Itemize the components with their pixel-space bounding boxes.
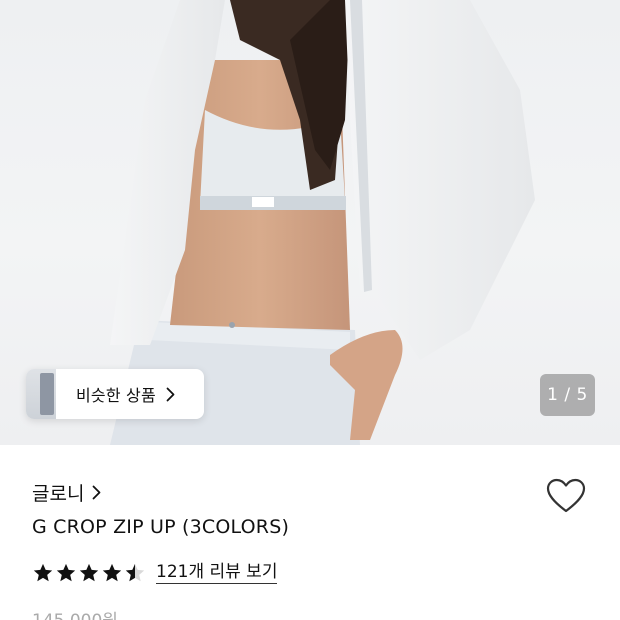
similar-products-label: 비슷한 상품 [76, 386, 156, 405]
star-half-icon [125, 563, 145, 582]
rating-row: 121개 리뷰 보기 [32, 560, 278, 586]
rating-stars [32, 562, 146, 584]
chevron-right-icon [166, 387, 175, 402]
product-title: G CROP ZIP UP (3COLORS) [32, 516, 290, 538]
image-page-indicator: 1 / 5 [540, 374, 595, 416]
similar-product-thumbnail [26, 369, 56, 419]
chevron-right-icon [92, 485, 101, 500]
brand-name: 글로니 [32, 482, 85, 505]
star-full-icon [79, 563, 99, 582]
original-price: 145,000원 [32, 606, 118, 620]
star-full-icon [56, 563, 76, 582]
favorite-button[interactable] [546, 478, 586, 514]
similar-products-button[interactable]: 비슷한 상품 [26, 369, 204, 419]
brand-link[interactable]: 글로니 [32, 478, 101, 506]
heart-outline-icon [546, 478, 586, 513]
star-full-icon [102, 563, 122, 582]
review-link[interactable]: 121개 리뷰 보기 [156, 562, 278, 584]
product-image[interactable]: 비슷한 상품 1 / 5 [0, 0, 620, 445]
star-full-icon [33, 563, 53, 582]
